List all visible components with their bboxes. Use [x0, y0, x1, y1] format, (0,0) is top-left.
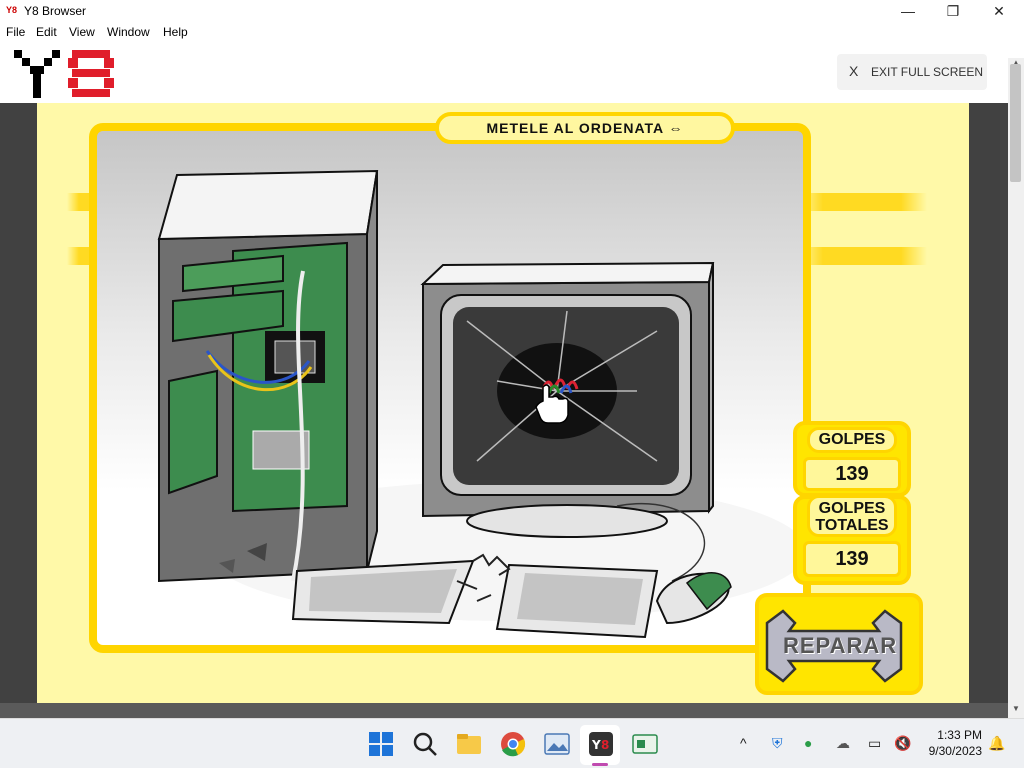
menu-file[interactable]: File: [6, 25, 25, 39]
golpes-value: 139: [803, 457, 901, 491]
speaker-muted-icon[interactable]: 🔇: [894, 735, 911, 752]
monitor-icon[interactable]: ▭: [868, 735, 881, 752]
utorrent-icon[interactable]: ●: [804, 735, 812, 751]
menu-bar: File Edit View Window Help: [0, 22, 1024, 42]
svg-text:Y: Y: [591, 738, 601, 752]
golpes-totales-label: GOLPES TOTALES: [807, 495, 897, 537]
golpes-label: GOLPES: [807, 427, 897, 453]
photos-icon[interactable]: [544, 731, 570, 757]
maximize-button[interactable]: ❐: [930, 0, 976, 22]
scroll-thumb[interactable]: [1010, 64, 1021, 182]
title-bar: Y8 Y8 Browser — ❐ ✕: [0, 0, 1024, 22]
close-button[interactable]: ✕: [976, 0, 1022, 22]
clock[interactable]: 1:33 PM 9/30/2023: [929, 727, 982, 759]
menu-edit[interactable]: Edit: [36, 25, 57, 39]
bell-icon[interactable]: 🔔: [988, 735, 1005, 752]
golpes-totales-value: 139: [803, 541, 901, 577]
game-canvas[interactable]: METELE AL ORDENATA ⇔ GOLPES 139 GOLPES T…: [37, 103, 969, 703]
clock-time: 1:33 PM: [937, 728, 982, 742]
file-explorer-icon[interactable]: [456, 731, 482, 757]
decor-stripe: [797, 247, 927, 265]
browser-bottom-bar: [0, 703, 1008, 718]
y8-logo[interactable]: [14, 50, 116, 98]
swap-arrows-icon: ⇔: [668, 120, 684, 136]
scroll-down-arrow-icon[interactable]: ▼: [1008, 704, 1024, 718]
menu-view[interactable]: View: [69, 25, 95, 39]
game-title: METELE AL ORDENATA ⇔: [435, 112, 735, 144]
app-icon[interactable]: [632, 731, 658, 757]
golpes-panel: GOLPES 139: [793, 421, 911, 497]
golpes-totales-panel: GOLPES TOTALES 139: [793, 495, 911, 585]
shield-icon[interactable]: ⛨: [772, 735, 783, 752]
broken-computer-scene[interactable]: [97, 131, 803, 645]
search-icon[interactable]: [412, 731, 438, 757]
reparar-button[interactable]: REPARAR: [755, 593, 925, 699]
y8-app-icon: Y8: [6, 5, 18, 15]
svg-text:8: 8: [601, 738, 609, 752]
close-x-icon: X: [849, 63, 859, 79]
game-scene-frame[interactable]: [89, 123, 811, 653]
minimize-button[interactable]: —: [885, 0, 931, 22]
game-surround-right: [969, 103, 1008, 718]
menu-help[interactable]: Help: [163, 25, 188, 39]
taskbar: Y 8 ^ ⛨ ● ☁ ▭ 🔇 1:33 PM 9/30/2023 🔔: [0, 718, 1024, 768]
reparar-label: REPARAR: [783, 633, 898, 658]
window-title: Y8 Browser: [24, 4, 87, 18]
menu-window[interactable]: Window: [107, 25, 150, 39]
active-indicator: [592, 763, 608, 766]
exit-full-screen-label: EXIT FULL SCREEN: [871, 65, 984, 79]
chevron-up-icon[interactable]: ^: [740, 735, 747, 751]
chrome-icon[interactable]: [500, 731, 526, 757]
page-scrollbar[interactable]: ▲ ▼: [1008, 58, 1024, 718]
clock-date: 9/30/2023: [928, 744, 982, 758]
y8-browser-icon[interactable]: Y 8: [588, 731, 614, 757]
site-header: X EXIT FULL SCREEN: [0, 42, 1008, 103]
decor-stripe: [797, 193, 927, 211]
start-icon[interactable]: [368, 731, 394, 757]
game-surround-left: [0, 103, 37, 718]
exit-full-screen-button[interactable]: X EXIT FULL SCREEN: [837, 54, 987, 90]
onedrive-icon[interactable]: ☁: [836, 735, 850, 752]
